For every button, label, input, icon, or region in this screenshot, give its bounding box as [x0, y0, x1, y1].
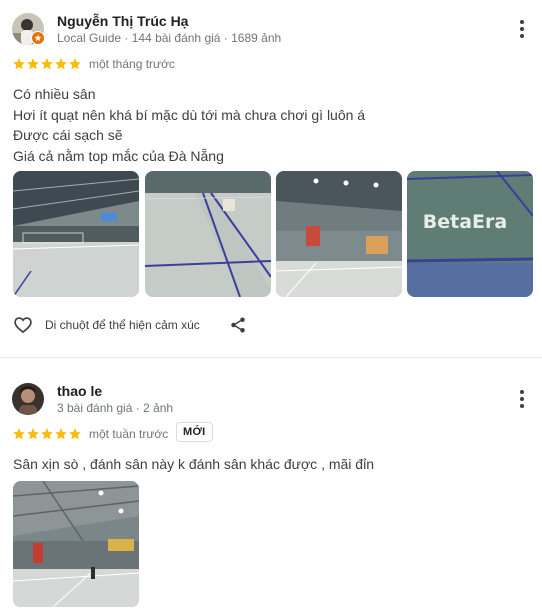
review-time: một tuần trước [89, 427, 169, 441]
local-guide-icon [31, 31, 45, 45]
review-photo-1[interactable] [13, 481, 139, 607]
more-vert-icon [520, 20, 524, 24]
star-rating [12, 57, 82, 71]
reviewer-meta: 3 bài đánh giá · 2 ảnh [57, 401, 174, 415]
star-icon [41, 428, 53, 440]
reviewer-meta: Local Guide · 144 bài đánh giá · 1689 ản… [57, 31, 282, 45]
review-card-2: thao le 3 bài đánh giá · 2 ảnh một tuần … [0, 358, 542, 614]
star-icon [41, 58, 53, 70]
star-icon [69, 428, 81, 440]
photo-sign-text: BetaEra [423, 211, 507, 233]
star-icon [55, 58, 67, 70]
more-options-button[interactable] [510, 387, 534, 411]
star-icon [13, 428, 25, 440]
share-button[interactable] [229, 316, 247, 334]
star-icon [13, 58, 25, 70]
review-text-line: Có nhiều sân [13, 86, 96, 102]
more-vert-icon [520, 390, 524, 394]
star-icon [69, 58, 81, 70]
star-icon [27, 428, 39, 440]
reviewer-avatar[interactable] [12, 383, 44, 415]
reviewer-name[interactable]: Nguyễn Thị Trúc Hạ [57, 13, 188, 29]
like-button[interactable]: Di chuột để thể hiện cảm xúc [13, 315, 200, 335]
review-text: Có nhiều sân Hơi ít quạt nên khá bí mặc … [13, 84, 365, 166]
review-text-line: Hơi ít quạt nên khá bí mặc dù tới mà chư… [13, 106, 366, 123]
share-icon [231, 317, 245, 333]
reviewer-name[interactable]: thao le [57, 383, 102, 399]
review-photo-2[interactable] [145, 171, 271, 297]
review-text-line: Giá cả nằm top mắc của Đà Nẵng [13, 147, 224, 164]
review-text-line: Được cái sạch sẽ [13, 127, 123, 143]
heart-outline-icon [14, 317, 32, 334]
star-icon [27, 58, 39, 70]
review-card-1: Nguyễn Thị Trúc Hạ Local Guide · 144 bài… [0, 0, 542, 357]
star-icon [55, 428, 67, 440]
more-options-button[interactable] [510, 17, 534, 41]
star-rating [12, 427, 82, 441]
review-time: một tháng trước [89, 57, 175, 71]
review-text: Sân xịn sò , đánh sân này k đánh sân khá… [13, 454, 374, 475]
new-badge: MỚI [176, 422, 213, 442]
like-hint-label: Di chuột để thể hiện cảm xúc [45, 318, 200, 332]
review-photo-1[interactable] [13, 171, 139, 297]
review-photo-3[interactable] [276, 171, 402, 297]
review-text-line: Sân xịn sò , đánh sân này k đánh sân khá… [13, 456, 374, 472]
review-photo-4[interactable]: BetaEra [407, 171, 533, 297]
